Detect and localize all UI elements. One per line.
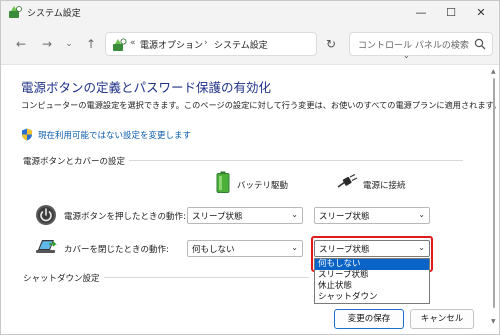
- control-panel-icon: [113, 38, 127, 51]
- search-icon[interactable]: [474, 38, 486, 50]
- select-value: スリープ状態: [319, 245, 370, 255]
- power-button-battery-select[interactable]: スリープ状態 ⌄: [187, 207, 303, 224]
- close-button[interactable]: ✕: [467, 3, 495, 21]
- shutdown-section-title: シャットダウン設定: [23, 272, 104, 284]
- option-shutdown[interactable]: シャットダウン: [315, 292, 429, 303]
- lid-close-plugged-select[interactable]: スリープ状態 ⌄: [314, 240, 430, 257]
- chevron-down-icon: ⌄: [291, 243, 298, 252]
- system-settings-window: システム設定 — ☐ ✕ ← → ⌄ ↑ « 電源オプション › システム設定 …: [0, 0, 500, 335]
- power-button-action-label: 電源ボタンを押したときの動作:: [64, 212, 186, 222]
- breadcrumb-power-options[interactable]: 電源オプション: [140, 38, 203, 51]
- scroll-thumb[interactable]: [493, 78, 495, 308]
- battery-icon: [216, 171, 230, 193]
- vertical-scrollbar[interactable]: ▲ ▼: [491, 68, 497, 328]
- select-value: スリープ状態: [192, 212, 243, 222]
- uac-shield-icon: [22, 128, 32, 141]
- search-placeholder: コントロール パネルの検索: [358, 41, 469, 51]
- change-unavailable-settings-link[interactable]: 現在利用可能ではない設定を変更します: [38, 129, 191, 141]
- select-value: 何もしない: [192, 245, 235, 255]
- option-hibernate[interactable]: 休止状態: [315, 281, 429, 292]
- battery-column-header: バッテリ駆動: [237, 181, 289, 191]
- breadcrumb-overflow[interactable]: «: [130, 38, 136, 48]
- cancel-button[interactable]: キャンセル: [410, 309, 474, 329]
- title-bar: システム設定 — ☐ ✕: [1, 1, 499, 23]
- lid-close-plugged-options: 何もしない スリープ状態 休止状態 シャットダウン: [314, 258, 430, 304]
- chevron-down-icon: ⌄: [418, 243, 425, 252]
- breadcrumb-separator[interactable]: ›: [204, 38, 208, 48]
- plugged-in-column-header: 電源に接続: [363, 181, 406, 191]
- minimize-button[interactable]: —: [407, 3, 435, 21]
- navigation-bar: ← → ⌄ ↑ « 電源オプション › システム設定 ⌄ ↻ コントロール パネ…: [1, 23, 499, 65]
- page-description: コンピューターの電源設定を選択できます。このページの設定に対して行う変更は、お使…: [21, 100, 500, 110]
- power-buttons-section-title: 電源ボタンとカバーの設定: [23, 155, 130, 167]
- scroll-down-arrow-icon[interactable]: ▼: [491, 318, 496, 325]
- forward-button[interactable]: →: [39, 37, 55, 51]
- laptop-lid-icon: [36, 240, 57, 253]
- breadcrumb-system-settings[interactable]: システム設定: [214, 38, 268, 51]
- address-bar[interactable]: « 電源オプション › システム設定 ⌄: [105, 32, 410, 60]
- scroll-up-arrow-icon[interactable]: ▲: [491, 68, 496, 75]
- maximize-button[interactable]: ☐: [437, 3, 465, 21]
- save-changes-button[interactable]: 変更の保存: [334, 309, 404, 329]
- chevron-down-icon: ⌄: [418, 210, 425, 219]
- lid-close-battery-select[interactable]: 何もしない ⌄: [187, 240, 303, 257]
- power-plug-icon: [337, 174, 358, 188]
- main-content: 電源ボタンの定義とパスワード保護の有効化 コンピューターの電源設定を選択できます…: [1, 66, 500, 334]
- window-title: システム設定: [27, 9, 81, 19]
- power-button-plugged-select[interactable]: スリープ状態 ⌄: [314, 207, 430, 224]
- control-panel-icon: [9, 6, 22, 18]
- power-button-icon: [36, 205, 56, 225]
- refresh-button[interactable]: ↻: [326, 37, 336, 51]
- chevron-down-icon: ⌄: [291, 210, 298, 219]
- lid-close-action-label: カバーを閉じたときの動作:: [64, 245, 169, 255]
- page-title: 電源ボタンの定義とパスワード保護の有効化: [21, 80, 272, 95]
- recent-locations-button[interactable]: ⌄: [61, 37, 77, 51]
- select-value: スリープ状態: [319, 212, 370, 222]
- option-do-nothing[interactable]: 何もしない: [315, 259, 429, 270]
- up-button[interactable]: ↑: [83, 37, 99, 51]
- option-sleep[interactable]: スリープ状態: [315, 270, 429, 281]
- search-box[interactable]: コントロール パネルの検索: [349, 32, 493, 56]
- back-button[interactable]: ←: [13, 37, 29, 51]
